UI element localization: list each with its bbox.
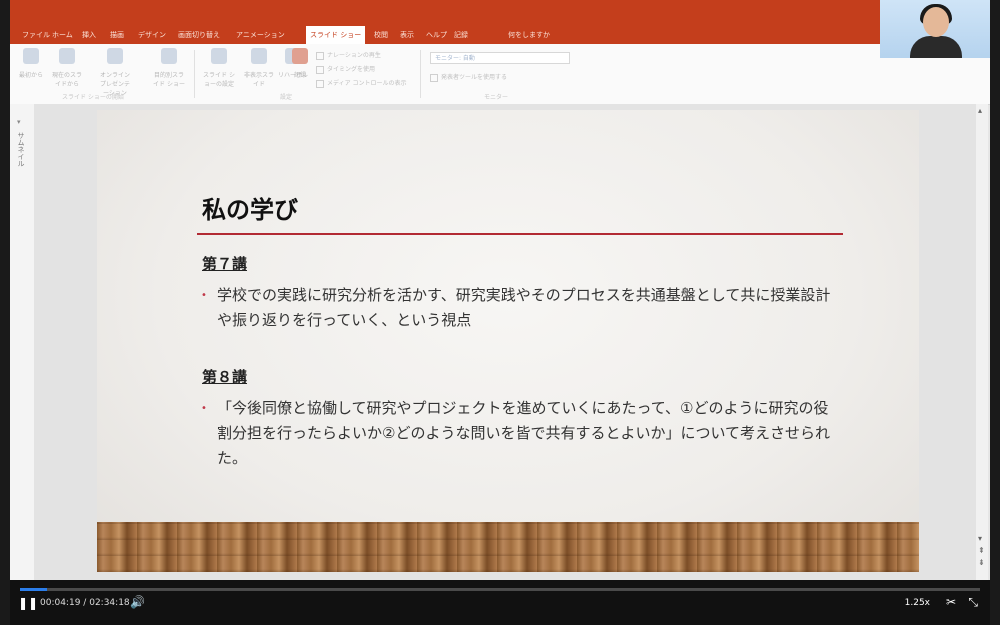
title-bar [10,0,990,26]
setup-show-button[interactable]: スライド ショーの設定 [202,48,236,90]
tab-record[interactable]: 記録 [454,29,468,42]
online-present-icon [107,48,123,64]
timings-checkbox[interactable]: タイミングを使用 [316,64,375,74]
scroll-up-icon[interactable]: ▴ [978,106,982,115]
custom-show-button[interactable]: 目的別スライド ショー [152,48,186,90]
tell-me-search[interactable]: 何をしますか [508,29,550,42]
tab-review[interactable]: 校閲 [374,29,388,42]
presenter-body [910,36,962,58]
ribbon-tabs: ファイル ホーム 挿入 描画 デザイン 画面切り替え アニメーション スライド … [10,26,990,44]
group-label: モニター [484,94,509,101]
presenter-webcam [880,0,990,58]
hide-slide-icon [251,48,267,64]
thumbnail-pane[interactable]: ▾ サムネイル [10,104,35,580]
online-present-button[interactable]: オンライン プレゼンテーション [98,48,132,97]
time-display: 00:04:19 / 02:34:18 [40,598,130,608]
record-button[interactable]: 記録 [290,48,310,90]
slideshow-start-icon [23,48,39,64]
from-beginning-button[interactable]: 最初から [14,48,48,90]
tab-view[interactable]: 表示 [400,29,414,42]
playback-speed[interactable]: 1.25x [905,598,930,608]
bullet: • [201,290,207,301]
media-controls-checkbox[interactable]: メディア コントロールの表示 [316,78,407,88]
presenter-view-checkbox[interactable]: 発表者ツールを使用する [430,72,507,82]
section-text: 学校での実践に研究分析を活かす、研究実践やそのプロセスを共通基盤として共に授業設… [217,286,831,329]
tab-design[interactable]: デザイン [138,29,166,42]
progress-fill [20,588,47,591]
tab-home[interactable]: ホーム [52,29,73,42]
narration-checkbox[interactable]: ナレーションの再生 [316,50,381,60]
slide: 私の学び 第７講 • 学校での実践に研究分析を活かす、研究実践やそのプロセスを共… [97,110,919,572]
wood-floor-image [97,522,919,572]
thumbnail-pane-label: サムネイル [17,132,25,167]
volume-icon[interactable]: 🔊 [130,595,145,609]
monitor-select[interactable]: モニター: 自動 [430,52,570,64]
bullet: • [201,403,207,414]
ribbon-separator [194,50,195,98]
group-label: 設定 [280,94,293,101]
progress-bar[interactable] [20,588,980,591]
from-current-button[interactable]: 現在のスライドから [50,48,84,90]
presenter-face [923,7,949,37]
record-icon [292,48,308,64]
pause-icon[interactable]: ❚❚ [18,596,38,610]
tab-draw[interactable]: 描画 [110,29,124,42]
custom-show-icon [161,48,177,64]
slideshow-current-icon [59,48,75,64]
title-rule [197,233,843,235]
hide-slide-button[interactable]: 非表示スライド [242,48,276,90]
section-heading: 第８講 [202,368,248,386]
chevron-down-icon[interactable]: ▾ [17,118,21,126]
ribbon-separator [420,50,421,98]
tab-insert[interactable]: 挿入 [82,29,96,42]
scroll-down-icon[interactable]: ▾ [978,534,982,543]
tab-animations[interactable]: アニメーション [236,29,285,42]
tab-slideshow[interactable]: スライド ショー [306,26,366,44]
prev-slide-icon[interactable]: ⇞ [978,546,985,555]
next-slide-icon[interactable]: ⇟ [978,558,985,567]
setup-icon [211,48,227,64]
group-label: スライド ショーの開始 [62,94,124,101]
tab-transitions[interactable]: 画面切り替え [178,29,220,42]
slide-title: 私の学び [202,196,298,224]
exit-fullscreen-icon[interactable]: ⤡ [968,595,978,610]
scissors-icon[interactable]: ✂ [946,595,956,609]
tab-help[interactable]: ヘルプ [426,29,447,42]
tab-file[interactable]: ファイル [22,29,50,42]
section-text: 「今後同僚と協働して研究やプロジェクトを進めていくにあたって、①どのように研究の… [217,399,831,467]
video-player-controls: ❚❚ 00:04:19 / 02:34:18 🔊 1.25x ✂ ⤡ [10,580,990,625]
vertical-scrollbar[interactable]: ▴ ▾ ⇞ ⇟ [976,104,988,580]
ribbon: 最初から 現在のスライドから オンライン プレゼンテーション 目的別スライド シ… [10,44,990,105]
section-heading: 第７講 [202,255,248,273]
